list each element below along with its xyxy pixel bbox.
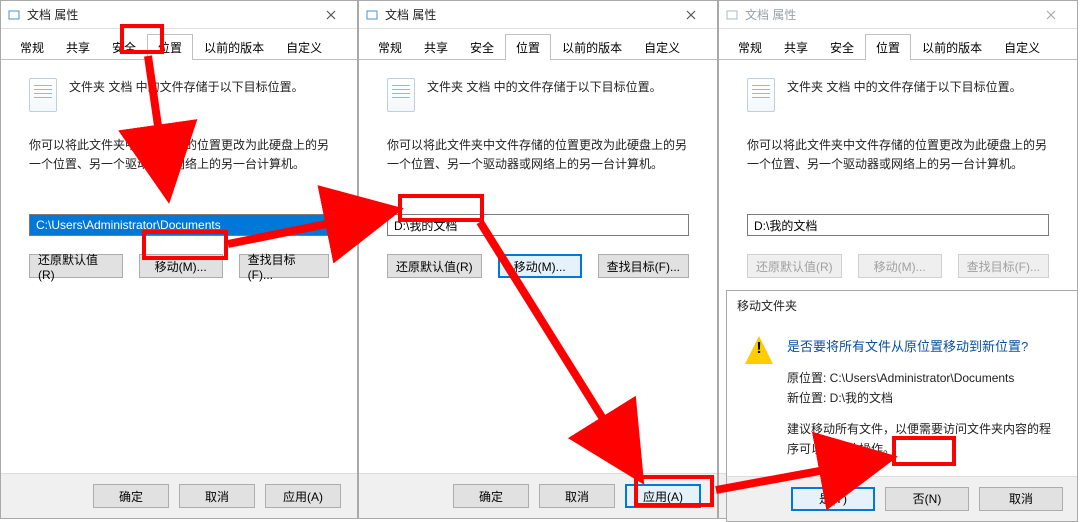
confirm-text: 是否要将所有文件从原位置移动到新位置? 原位置: C:\Users\Admini…: [787, 336, 1059, 460]
tab-location[interactable]: 位置: [505, 34, 551, 60]
restore-default-button: 还原默认值(R): [747, 254, 842, 278]
dialog-footer: 确定 取消 应用(A): [1, 473, 357, 518]
tab-strip: 常规 共享 安全 位置 以前的版本 自定义: [359, 29, 717, 60]
move-button: 移动(M)...: [858, 254, 942, 278]
tab-previous[interactable]: 以前的版本: [193, 34, 275, 60]
find-target-button: 查找目标(F)...: [958, 254, 1049, 278]
close-button[interactable]: [311, 1, 351, 28]
tab-security[interactable]: 安全: [819, 34, 865, 60]
dialog-body: 文件夹 文档 中的文件存储于以下目标位置。 你可以将此文件夹中文件存储的位置更改…: [359, 60, 717, 473]
old-location: 原位置: C:\Users\Administrator\Documents: [787, 368, 1059, 388]
document-folder-icon: [387, 78, 415, 112]
tab-security[interactable]: 安全: [459, 34, 505, 60]
titlebar: 文档 属性: [359, 1, 717, 29]
new-location: 新位置: D:\我的文档: [787, 388, 1059, 408]
cancel-button[interactable]: 取消: [539, 484, 615, 508]
tab-security[interactable]: 安全: [101, 34, 147, 60]
dialog-title: 文档 属性: [385, 6, 671, 23]
change-description: 你可以将此文件夹中文件存储的位置更改为此硬盘上的另一个位置、另一个驱动器或网络上…: [747, 136, 1049, 174]
properties-dialog-b: 文档 属性 常规 共享 安全 位置 以前的版本 自定义 文件夹 文档 中的文件存…: [358, 0, 718, 519]
find-target-button[interactable]: 查找目标(F)...: [598, 254, 689, 278]
storage-message: 文件夹 文档 中的文件存储于以下目标位置。: [787, 78, 1022, 97]
confirm-question: 是否要将所有文件从原位置移动到新位置?: [787, 336, 1059, 358]
action-buttons: 还原默认值(R) 移动(M)... 查找目标(F)...: [387, 254, 689, 278]
tab-previous[interactable]: 以前的版本: [551, 34, 633, 60]
path-input[interactable]: [747, 214, 1049, 236]
move-button[interactable]: 移动(M)...: [498, 254, 582, 278]
tab-location[interactable]: 位置: [865, 34, 911, 60]
close-button[interactable]: [1031, 1, 1071, 28]
ok-button[interactable]: 确定: [453, 484, 529, 508]
no-button[interactable]: 否(N): [885, 487, 969, 511]
tab-general[interactable]: 常规: [9, 34, 55, 60]
storage-message: 文件夹 文档 中的文件存储于以下目标位置。: [427, 78, 662, 97]
folder-properties-icon: [365, 8, 379, 22]
tab-previous[interactable]: 以前的版本: [911, 34, 993, 60]
path-input[interactable]: [387, 214, 689, 236]
restore-default-button[interactable]: 还原默认值(R): [387, 254, 482, 278]
action-buttons: 还原默认值(R) 移动(M)... 查找目标(F)...: [747, 254, 1049, 278]
dialog-footer: 确定 取消 应用(A): [359, 473, 717, 518]
move-button[interactable]: 移动(M)...: [139, 254, 223, 278]
confirm-advice: 建议移动所有文件，以便需要访问文件夹内容的程序可以执行此操作。: [787, 419, 1059, 460]
find-target-button[interactable]: 查找目标(F)...: [239, 254, 329, 278]
titlebar: 文档 属性: [719, 1, 1077, 29]
yes-button[interactable]: 是(Y): [791, 487, 875, 511]
close-button[interactable]: [671, 1, 711, 28]
tab-location[interactable]: 位置: [147, 34, 193, 60]
document-folder-icon: [29, 78, 57, 112]
restore-default-button[interactable]: 还原默认值(R): [29, 254, 123, 278]
tab-share[interactable]: 共享: [413, 34, 459, 60]
warning-icon: [745, 336, 773, 364]
titlebar: 文档 属性: [1, 1, 357, 29]
tab-general[interactable]: 常规: [367, 34, 413, 60]
cancel-button[interactable]: 取消: [979, 487, 1063, 511]
confirm-footer: 是(Y) 否(N) 取消: [727, 476, 1077, 521]
cancel-button[interactable]: 取消: [179, 484, 255, 508]
tab-general[interactable]: 常规: [727, 34, 773, 60]
tab-share[interactable]: 共享: [773, 34, 819, 60]
dialog-title: 文档 属性: [27, 6, 311, 23]
folder-properties-icon: [7, 8, 21, 22]
document-folder-icon: [747, 78, 775, 112]
change-description: 你可以将此文件夹中文件存储的位置更改为此硬盘上的另一个位置、另一个驱动器或网络上…: [387, 136, 689, 174]
ok-button[interactable]: 确定: [93, 484, 169, 508]
storage-message: 文件夹 文档 中的文件存储于以下目标位置。: [69, 78, 304, 97]
change-description: 你可以将此文件夹中文件存储的位置更改为此硬盘上的另一个位置、另一个驱动器或网络上…: [29, 136, 329, 174]
tab-strip: 常规 共享 安全 位置 以前的版本 自定义: [1, 29, 357, 60]
tab-custom[interactable]: 自定义: [633, 34, 691, 60]
move-files-confirm-dialog: 移动文件夹 是否要将所有文件从原位置移动到新位置? 原位置: C:\Users\…: [726, 290, 1078, 522]
dialog-body: 文件夹 文档 中的文件存储于以下目标位置。 你可以将此文件夹中文件存储的位置更改…: [1, 60, 357, 473]
tab-custom[interactable]: 自定义: [275, 34, 333, 60]
confirm-title: 移动文件夹: [727, 291, 1077, 320]
apply-button[interactable]: 应用(A): [625, 484, 701, 508]
tab-strip: 常规 共享 安全 位置 以前的版本 自定义: [719, 29, 1077, 60]
tab-share[interactable]: 共享: [55, 34, 101, 60]
folder-properties-icon: [725, 8, 739, 22]
action-buttons: 还原默认值(R) 移动(M)... 查找目标(F)...: [29, 254, 329, 278]
apply-button[interactable]: 应用(A): [265, 484, 341, 508]
tab-custom[interactable]: 自定义: [993, 34, 1051, 60]
path-input[interactable]: [29, 214, 329, 236]
dialog-title: 文档 属性: [745, 6, 1031, 23]
properties-dialog-a: 文档 属性 常规 共享 安全 位置 以前的版本 自定义 文件夹 文档 中的文件存…: [0, 0, 358, 519]
